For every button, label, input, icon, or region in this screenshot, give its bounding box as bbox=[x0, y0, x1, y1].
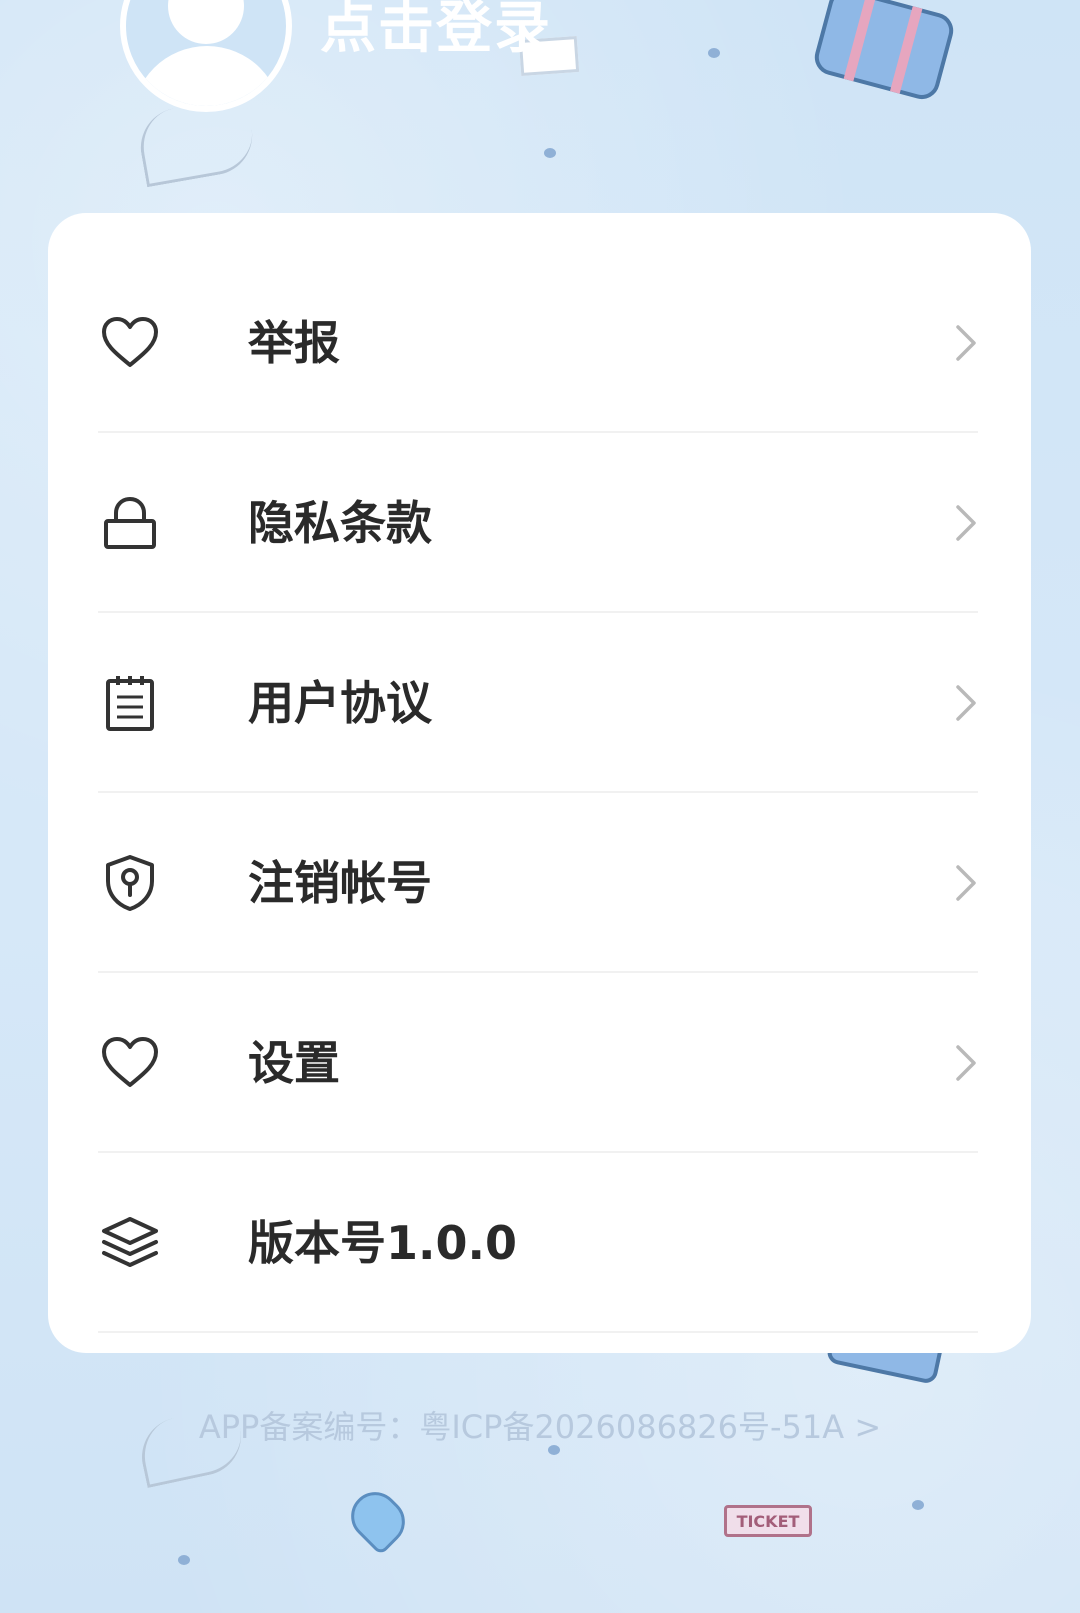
chevron-right-icon bbox=[956, 1045, 976, 1081]
avatar-head bbox=[168, 0, 244, 44]
menu-item-version: 版本号1.0.0 bbox=[98, 1153, 978, 1333]
notepad-icon bbox=[106, 676, 154, 731]
menu-item-label: 注销帐号 bbox=[248, 856, 432, 910]
ticket-text: TICKET bbox=[736, 1511, 800, 1531]
heart-icon bbox=[102, 1037, 158, 1087]
menu-item-settings[interactable]: 设置 bbox=[98, 973, 978, 1153]
layers-icon bbox=[102, 1217, 158, 1267]
menu-item-label: 设置 bbox=[248, 1036, 340, 1090]
heart-dot-decoration bbox=[708, 48, 720, 58]
version-label: 版本号1.0.0 bbox=[248, 1216, 517, 1270]
heart-dot-decoration bbox=[912, 1500, 924, 1510]
menu-item-report[interactable]: 举报 bbox=[98, 253, 978, 433]
lock-icon bbox=[104, 496, 156, 549]
menu-item-delete-account[interactable]: 注销帐号 bbox=[98, 793, 978, 973]
heart-dot-decoration bbox=[178, 1555, 190, 1565]
chevron-right-icon bbox=[956, 325, 976, 361]
divider bbox=[98, 1331, 978, 1333]
menu-item-label: 隐私条款 bbox=[248, 496, 432, 550]
ticket-decoration: TICKET bbox=[724, 1505, 812, 1537]
menu-card: 举报 隐私条款 用户协议 注销帐号 设置 版本号1.0.0 bbox=[48, 213, 1031, 1353]
menu-item-label: 用户协议 bbox=[248, 676, 432, 730]
shield-keyhole-icon bbox=[106, 855, 154, 911]
chevron-right-icon bbox=[956, 865, 976, 901]
menu-item-privacy[interactable]: 隐私条款 bbox=[98, 433, 978, 613]
heart-dot-decoration bbox=[544, 148, 556, 158]
chevron-right-icon bbox=[956, 505, 976, 541]
heart-icon bbox=[102, 317, 158, 367]
login-link[interactable]: 点击登录 bbox=[320, 0, 552, 64]
icp-filing-link[interactable]: APP备案编号：粤ICP备2026086826号-51A > bbox=[0, 1402, 1080, 1448]
avatar[interactable] bbox=[120, 0, 292, 112]
menu-item-label: 举报 bbox=[248, 316, 340, 370]
menu-item-user-agreement[interactable]: 用户协议 bbox=[98, 613, 978, 793]
chevron-right-icon bbox=[956, 685, 976, 721]
avatar-shoulders bbox=[132, 46, 282, 106]
